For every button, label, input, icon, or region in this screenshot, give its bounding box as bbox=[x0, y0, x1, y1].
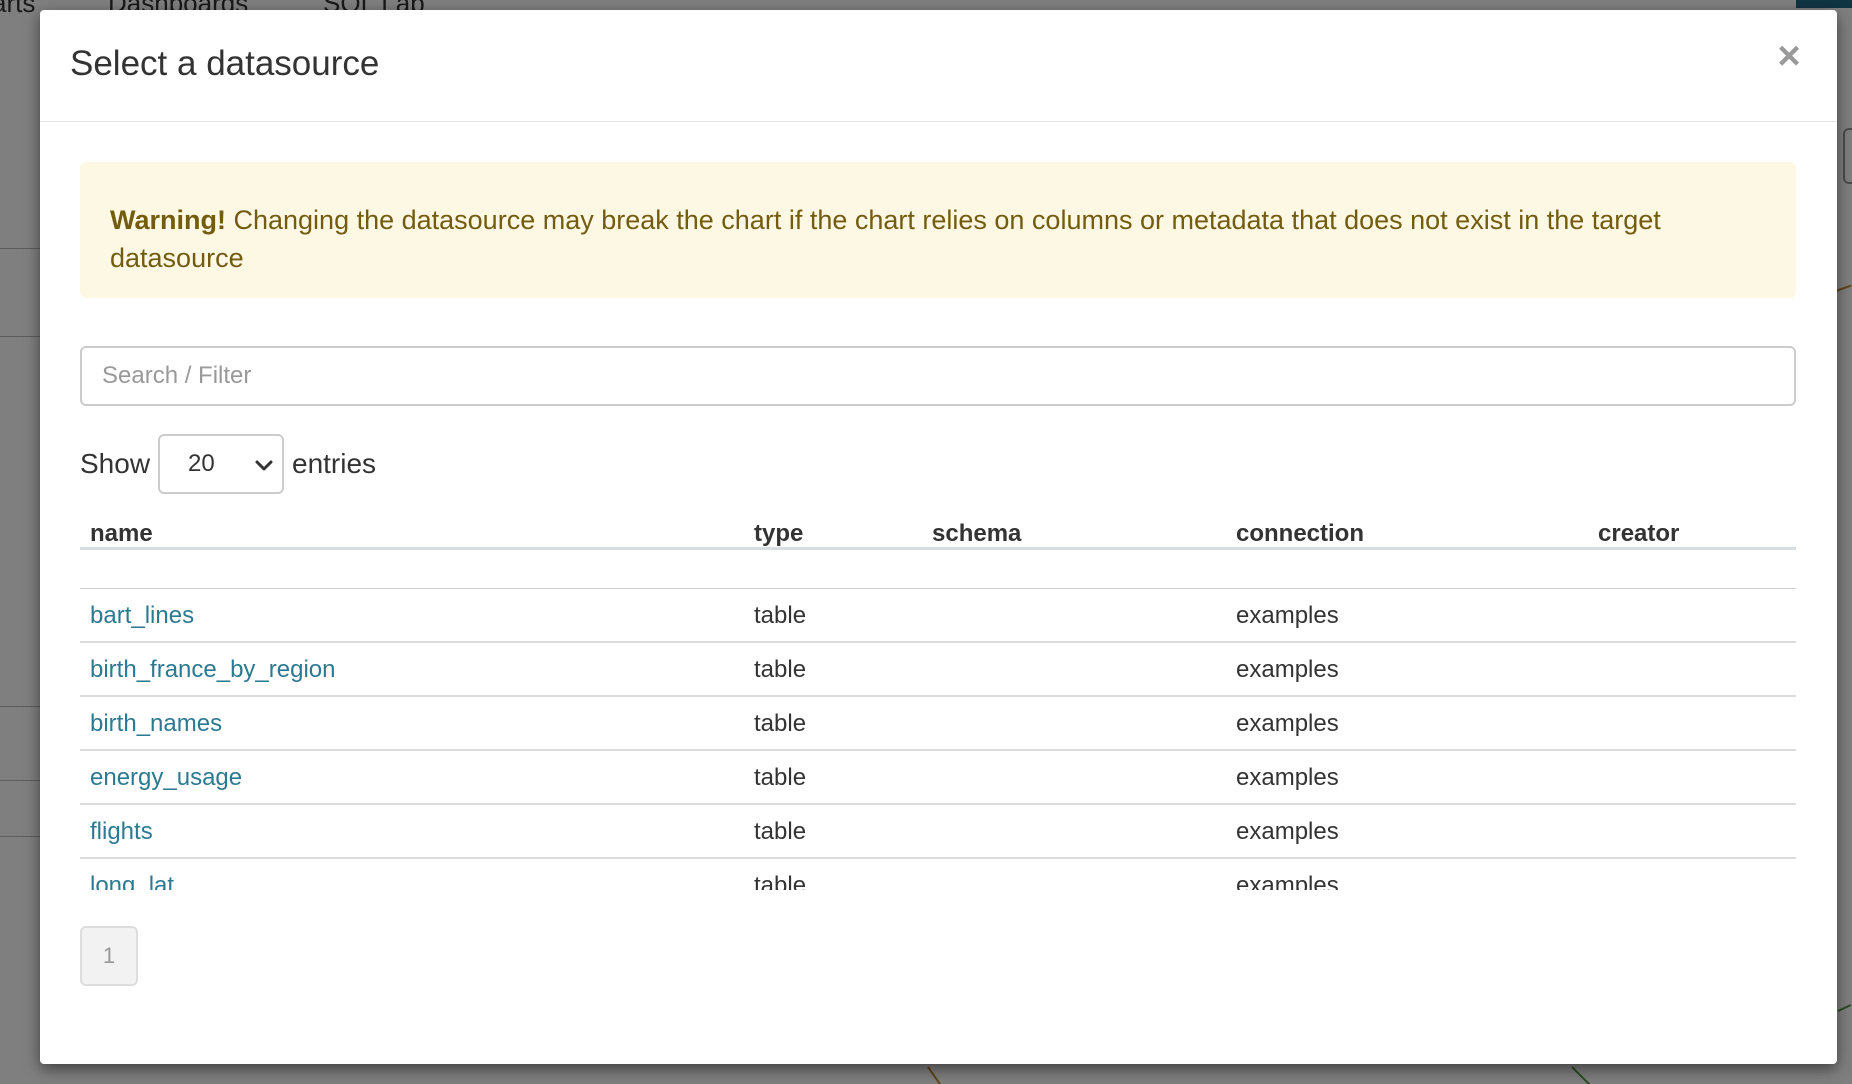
datasource-type: table bbox=[754, 656, 807, 683]
chevron-down-icon bbox=[255, 460, 273, 471]
datasource-type: table bbox=[754, 602, 807, 629]
datasource-table: name type schema connection creator bart… bbox=[80, 502, 1796, 890]
modal-title: Select a datasource bbox=[70, 44, 380, 83]
datasource-connection: examples bbox=[1236, 764, 1339, 791]
table-row: energy_usage table examples bbox=[80, 751, 1796, 805]
datasource-connection: examples bbox=[1236, 818, 1339, 845]
datasource-link[interactable]: long_lat bbox=[90, 872, 174, 890]
warning-alert: Warning! Changing the datasource may bre… bbox=[80, 162, 1796, 298]
datasource-modal: Select a datasource × Warning! Changing … bbox=[40, 10, 1837, 1064]
warning-message: Warning! Changing the datasource may bre… bbox=[110, 201, 1770, 277]
datasource-type: table bbox=[754, 818, 807, 845]
column-header-name[interactable]: name bbox=[90, 520, 153, 548]
column-header-schema[interactable]: schema bbox=[932, 520, 1021, 548]
table-header-divider bbox=[80, 547, 1796, 550]
table-row: birth_france_by_region table examples bbox=[80, 643, 1796, 697]
column-header-connection[interactable]: connection bbox=[1236, 520, 1364, 548]
datasource-link[interactable]: birth_france_by_region bbox=[90, 656, 336, 684]
warning-label: Warning! bbox=[110, 205, 226, 235]
datasource-connection: examples bbox=[1236, 656, 1339, 683]
datasource-link[interactable]: flights bbox=[90, 818, 153, 846]
search-input[interactable] bbox=[80, 346, 1796, 406]
show-label: Show bbox=[80, 448, 151, 479]
datasource-link[interactable]: birth_names bbox=[90, 710, 222, 738]
entries-label: entries bbox=[292, 448, 377, 479]
table-row: birth_names table examples bbox=[80, 697, 1796, 751]
pagination-page-button[interactable]: 1 bbox=[80, 926, 138, 986]
close-button[interactable]: × bbox=[1771, 36, 1807, 76]
column-header-type[interactable]: type bbox=[754, 520, 803, 548]
table-row: bart_lines table examples bbox=[80, 589, 1796, 643]
table-row: long_lat table examples bbox=[80, 859, 1796, 890]
page-size-select[interactable]: 20 bbox=[158, 434, 284, 494]
datasource-connection: examples bbox=[1236, 872, 1339, 890]
datasource-link[interactable]: bart_lines bbox=[90, 602, 194, 630]
warning-text: Changing the datasource may break the ch… bbox=[110, 205, 1661, 273]
table-row: flights table examples bbox=[80, 805, 1796, 859]
page-size-control: Show 20 entries bbox=[80, 434, 680, 494]
modal-header: Select a datasource × bbox=[40, 10, 1837, 122]
datasource-connection: examples bbox=[1236, 602, 1339, 629]
datasource-link[interactable]: energy_usage bbox=[90, 764, 242, 792]
datasource-type: table bbox=[754, 710, 807, 737]
datasource-type: table bbox=[754, 764, 807, 791]
datasource-connection: examples bbox=[1236, 710, 1339, 737]
table-body: bart_lines table examples birth_france_b… bbox=[80, 589, 1796, 890]
column-header-creator[interactable]: creator bbox=[1598, 520, 1679, 548]
datasource-type: table bbox=[754, 872, 807, 890]
page-size-value: 20 bbox=[188, 450, 215, 477]
